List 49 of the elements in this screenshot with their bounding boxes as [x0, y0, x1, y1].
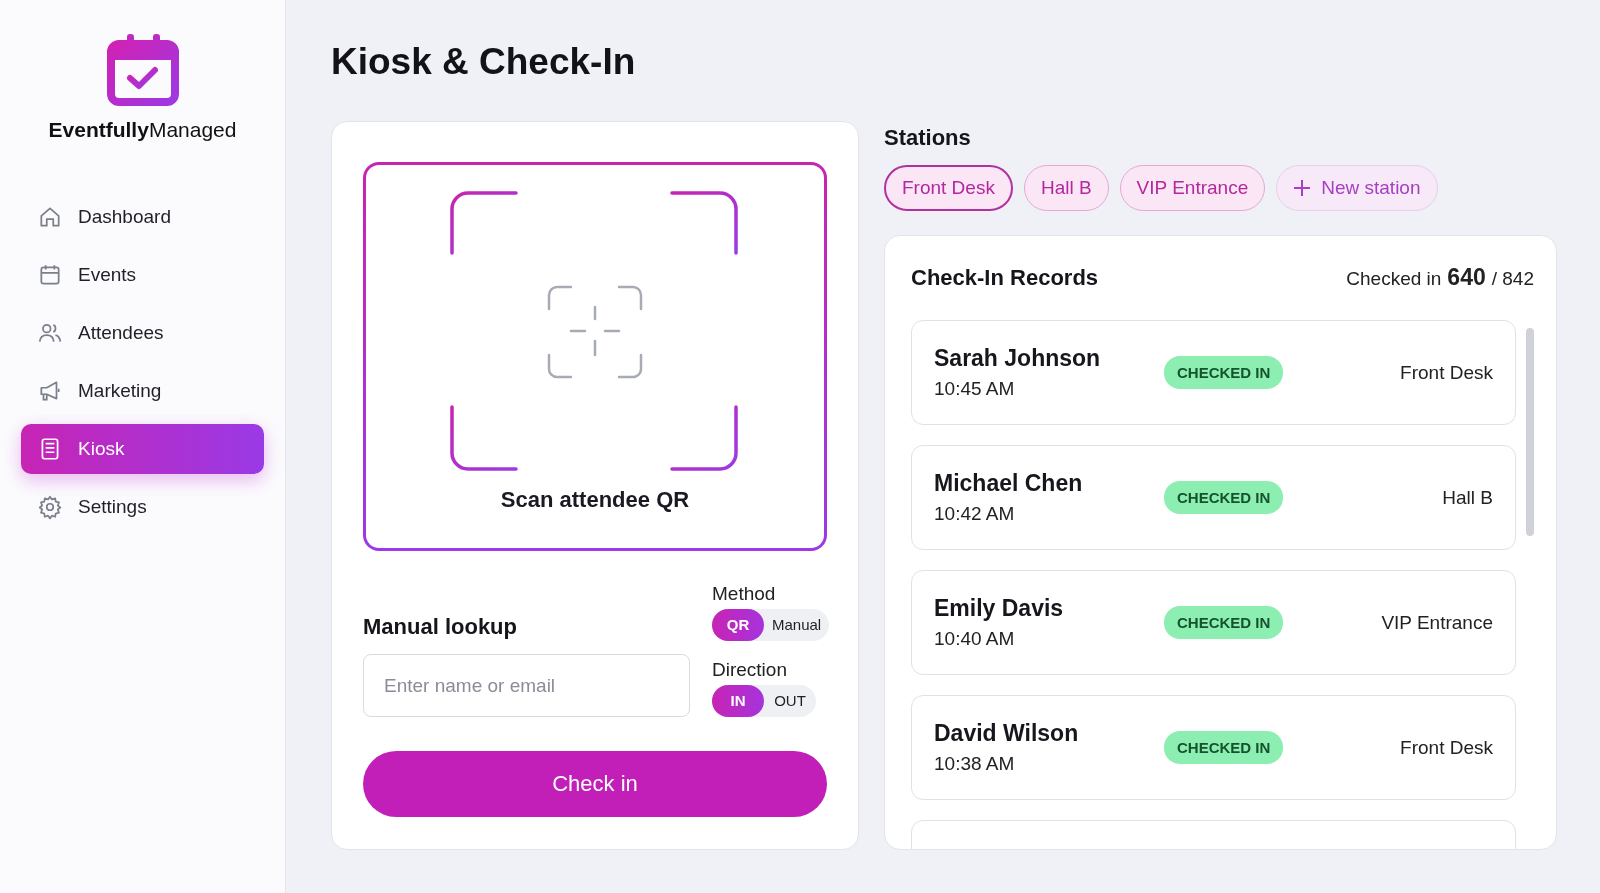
- nav-item[interactable]: Kiosk: [21, 424, 264, 474]
- status-badge: CHECKED IN: [1164, 606, 1284, 639]
- nav-item[interactable]: Dashboard: [21, 192, 264, 242]
- toggle-option[interactable]: Manual: [764, 609, 830, 641]
- station-chip[interactable]: Hall B: [1023, 165, 1109, 211]
- nav-item[interactable]: Settings: [21, 482, 264, 532]
- checked-in-count: Checked in 640 / 842: [1346, 264, 1534, 291]
- check-in-time: 10:40 AM: [934, 628, 1016, 650]
- attendee-name: David Wilson: [934, 720, 1080, 747]
- megaphone-icon: [37, 378, 63, 404]
- brand-name: EventfullyManaged: [47, 118, 238, 142]
- gear-icon: [37, 494, 63, 520]
- section-title: Stations: [884, 125, 972, 151]
- status-badge: CHECKED IN: [1164, 731, 1284, 764]
- check-in-button[interactable]: Check in: [363, 751, 827, 817]
- plus-icon: [1293, 179, 1312, 197]
- check-in-time: 10:42 AM: [934, 503, 1016, 525]
- check-in-time: 10:38 AM: [934, 753, 1016, 775]
- toggle-option[interactable]: OUT: [764, 685, 816, 717]
- check-in-time: 10:45 AM: [934, 378, 1016, 400]
- panel-title: Check-In Records: [911, 265, 1099, 291]
- attendee-name: Emily Davis: [934, 595, 1065, 622]
- station-chip[interactable]: Front Desk: [884, 165, 1013, 211]
- toggle-option[interactable]: IN: [712, 685, 764, 717]
- scrollbar-thumb[interactable]: [1526, 328, 1534, 536]
- attendee-name: Michael Chen: [934, 470, 1084, 497]
- toggle-option[interactable]: QR: [712, 609, 764, 641]
- scanner-caption: Scan attendee QR: [500, 487, 690, 513]
- station-chip[interactable]: VIP Entrance: [1119, 165, 1266, 211]
- status-badge: CHECKED IN: [1164, 356, 1284, 389]
- station-name: Front Desk: [1400, 736, 1493, 759]
- station-name: Front Desk: [1400, 361, 1493, 384]
- nav-item[interactable]: Events: [21, 250, 264, 300]
- calendar-icon: [37, 262, 63, 288]
- control-label: Method: [712, 583, 777, 605]
- station-name: VIP Entrance: [1381, 611, 1493, 634]
- section-title: Manual lookup: [363, 614, 518, 640]
- station-name: Hall B: [1442, 486, 1493, 509]
- qr-scanner-area[interactable]: Scan attendee QR: [363, 162, 827, 551]
- scan-frame-icon: [450, 191, 740, 473]
- new-station-button[interactable]: New station: [1276, 165, 1438, 211]
- page-title: Kiosk & Check-In: [331, 40, 637, 83]
- status-badge: CHECKED IN: [1164, 481, 1284, 514]
- attendee-name: Sarah Johnson: [934, 345, 1102, 372]
- nav-item[interactable]: Marketing: [21, 366, 264, 416]
- calendar-check-logo-icon: [106, 34, 179, 106]
- lookup-field[interactable]: Enter name or email: [363, 654, 690, 717]
- nav-item[interactable]: Attendees: [21, 308, 264, 358]
- control-label: Direction: [712, 659, 788, 681]
